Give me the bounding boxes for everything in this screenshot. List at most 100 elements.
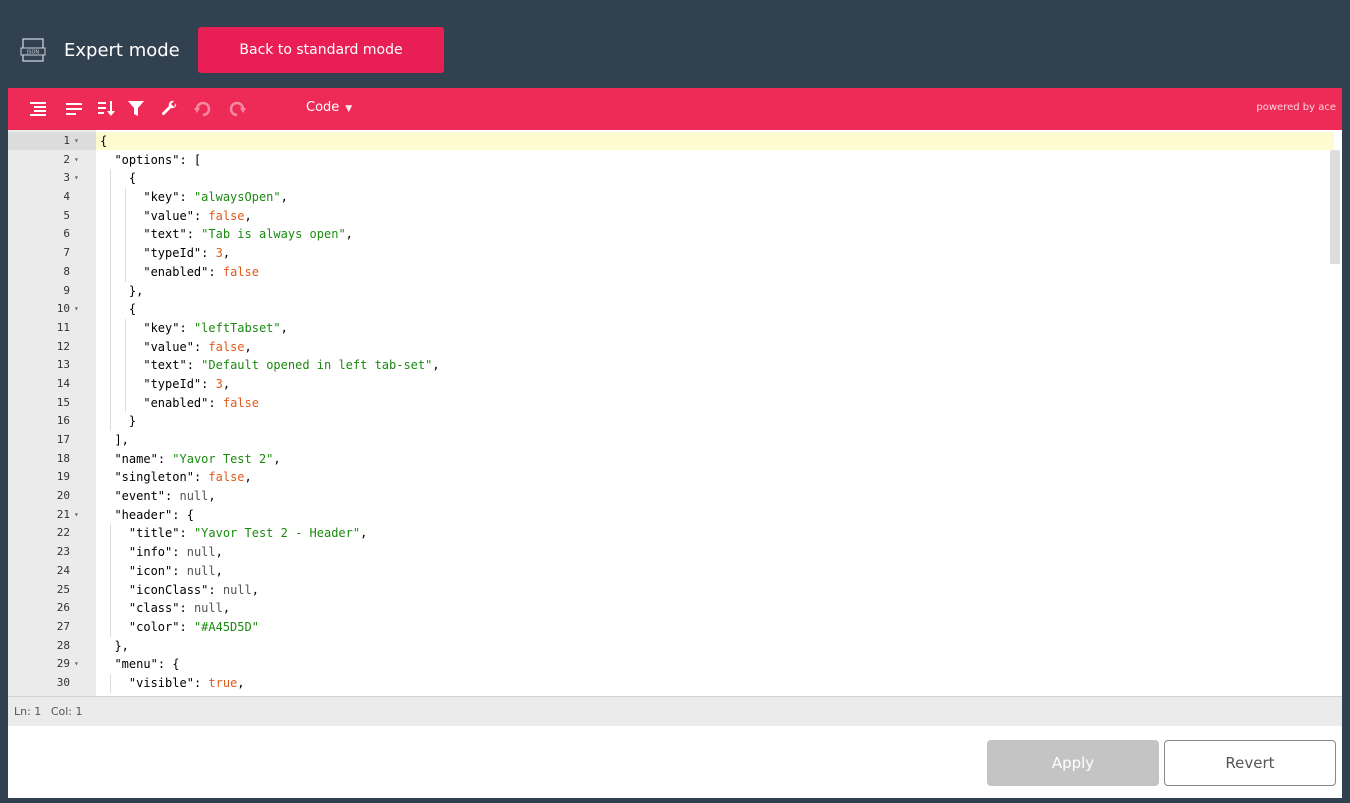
code-line: 13 "text": "Default opened in left tab-s… (8, 356, 1328, 375)
line-number: 5 (63, 208, 70, 222)
line-number: 11 (56, 320, 70, 334)
code-line: 18 "name": "Yavor Test 2", (8, 450, 1328, 469)
code-text: }, (100, 638, 129, 653)
line-number: 23 (56, 545, 70, 559)
code-line: 30 "visible": true, (8, 673, 1328, 693)
undo-icon[interactable] (192, 98, 214, 120)
code-text: { (100, 171, 137, 186)
line-number: 18 (56, 451, 70, 465)
code-line: 7 "typeId": 3, (8, 244, 1328, 263)
line-number: 3 (63, 171, 70, 185)
fold-toggle-icon[interactable]: ▾ (74, 300, 79, 319)
footer: Apply Revert (8, 726, 1342, 798)
fold-toggle-icon[interactable]: ▾ (74, 506, 79, 525)
line-number: 21 (56, 507, 70, 521)
code-line: 14 "typeId": 3, (8, 374, 1328, 394)
code-line: 11 "key": "leftTabset", (8, 318, 1328, 338)
mode-selector[interactable]: Code ▼ (306, 100, 352, 115)
powered-by-ace-link[interactable]: powered by ace (1256, 102, 1336, 113)
code-text: "enabled": false (143, 264, 259, 279)
code-text: { (100, 302, 137, 317)
line-number: 1 (63, 134, 70, 147)
code-text: "iconClass": null, (128, 582, 259, 597)
line-number: 30 (56, 675, 70, 689)
code-line: 10 ▾ { (8, 300, 1328, 319)
line-number: 4 (63, 190, 70, 204)
code-text: "value": false, (143, 339, 252, 354)
code-line: 19 "singleton": false, (8, 468, 1328, 487)
line-number: 29 (56, 657, 70, 671)
code-text: "info": null, (128, 545, 223, 560)
code-text: ], (100, 433, 129, 447)
code-text: } (100, 414, 137, 429)
code-line: 4 "key": "alwaysOpen", (8, 188, 1328, 207)
code-text: "name": "Yavor Test 2", (114, 451, 281, 466)
code-line: 1 ▾ { (8, 132, 1328, 151)
code-line: 25 "iconClass": null, (8, 580, 1328, 600)
code-lines: 1 ▾ {2 ▾ "options": [ 3 ▾ {4 "key": "alwaysOp… (8, 132, 1328, 693)
code-line: 22 "title": "Yavor Test 2 - Header", (8, 524, 1328, 544)
line-number: 6 (63, 227, 70, 241)
code-line: 29 ▾ "menu": { (8, 655, 1328, 674)
line-number: 14 (56, 376, 70, 390)
line-number: 25 (56, 582, 70, 596)
fold-toggle-icon[interactable]: ▾ (74, 655, 79, 674)
editor-statusbar: Ln: 1 Col: 1 (8, 696, 1342, 727)
code-text: "key": "alwaysOpen", (143, 190, 288, 205)
sort-icon[interactable] (96, 98, 118, 120)
code-text: "value": false, (143, 208, 252, 223)
code-line: 6 "text": "Tab is always open", (8, 225, 1328, 245)
code-line: 28 }, (8, 637, 1328, 656)
code-text: "typeId": 3, (143, 246, 231, 261)
code-text: "key": "leftTabset", (143, 320, 288, 335)
fold-toggle-icon[interactable]: ▾ (74, 132, 79, 151)
code-line: 9 }, (8, 281, 1328, 301)
fold-toggle-icon[interactable]: ▾ (74, 169, 79, 188)
line-number: 17 (56, 433, 70, 446)
repair-icon[interactable] (158, 98, 180, 120)
code-line: 17 ], (8, 431, 1328, 450)
line-number: 10 (56, 302, 70, 316)
line-number: 20 (56, 489, 70, 503)
code-line: 5 "value": false, (8, 206, 1328, 226)
line-number: 8 (63, 264, 70, 278)
code-line: 20 "event": null, (8, 487, 1328, 506)
code-line: 16 } (8, 412, 1328, 431)
fold-toggle-icon[interactable]: ▾ (74, 151, 79, 170)
code-text: { (100, 134, 108, 148)
line-indicator: Ln: 1 (14, 705, 42, 718)
code-editor[interactable]: 1 ▾ {2 ▾ "options": [ 3 ▾ {4 "key": "alwaysOp… (8, 130, 1342, 696)
filter-icon[interactable] (126, 98, 148, 120)
svg-text:JSON: JSON (26, 50, 40, 56)
compact-icon[interactable] (64, 98, 86, 120)
code-text: "options": [ (114, 152, 202, 167)
header: JSON Expert mode Back to standard mode (0, 0, 1350, 86)
line-number: 27 (56, 619, 70, 633)
editor-toolbar: Code ▼ powered by ace (8, 88, 1342, 130)
code-line: 12 "value": false, (8, 337, 1328, 357)
code-text: "class": null, (128, 601, 231, 616)
line-number: 12 (56, 339, 70, 353)
line-number: 2 (63, 152, 70, 166)
code-text: "header": { (114, 507, 194, 522)
redo-icon[interactable] (226, 98, 248, 120)
line-number: 26 (56, 601, 70, 615)
line-number: 24 (56, 563, 70, 577)
format-icon[interactable] (28, 98, 50, 120)
vertical-scrollbar[interactable] (1330, 150, 1340, 264)
back-to-standard-mode-button[interactable]: Back to standard mode (198, 27, 444, 73)
apply-button[interactable]: Apply (987, 740, 1159, 786)
json-file-icon: JSON (20, 38, 48, 62)
code-line: 8 "enabled": false (8, 262, 1328, 282)
code-text: "typeId": 3, (143, 376, 231, 391)
code-text: "event": null, (114, 489, 216, 504)
code-line: 21 ▾ "header": { (8, 506, 1328, 525)
code-text: "text": "Default opened in left tab-set"… (143, 358, 440, 373)
chevron-down-icon: ▼ (345, 104, 353, 114)
code-line: 24 "icon": null, (8, 561, 1328, 581)
expert-mode-window: JSON Expert mode Back to standard mode C… (0, 0, 1350, 803)
line-number: 9 (63, 283, 70, 297)
json-editor-panel: Code ▼ powered by ace 1 ▾ {2 ▾ "options": [ 3… (8, 88, 1342, 798)
revert-button[interactable]: Revert (1164, 740, 1336, 786)
code-text: "color": "#A45D5D" (128, 619, 259, 634)
